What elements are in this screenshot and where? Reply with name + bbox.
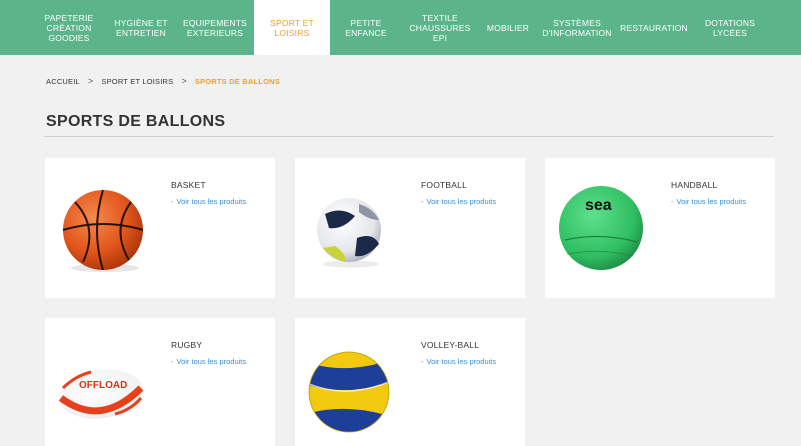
link-label: Voir tous les produits xyxy=(426,197,497,206)
football-icon xyxy=(317,198,381,268)
nav-item-restauration[interactable]: RESTAURATION xyxy=(616,0,692,55)
breadcrumb-separator: > xyxy=(87,76,94,86)
breadcrumb-separator: > xyxy=(181,76,187,86)
category-card-volleyball[interactable]: VOLLEY-BALL - Voir tous les produits xyxy=(295,318,525,446)
view-all-products-link[interactable]: - Voir tous les produits xyxy=(171,357,251,367)
volleyball-icon xyxy=(308,351,390,433)
breadcrumb-current: SPORTS DE BALLONS xyxy=(194,76,280,86)
ball-brand-text: sea xyxy=(585,197,612,214)
handball-icon: sea xyxy=(559,186,643,270)
link-label: Voir tous les produits xyxy=(176,357,247,366)
link-bullet: - xyxy=(421,357,424,366)
nav-item-equipements[interactable]: EQUIPEMENTS EXTERIEURS xyxy=(176,0,254,55)
breadcrumb-home-link[interactable]: ACCUEIL xyxy=(46,77,80,86)
category-card-handball[interactable]: sea HANDBALL - Voir tous les produits xyxy=(545,158,775,298)
nav-item-sport-loisirs[interactable]: SPORT ET LOISIRS xyxy=(254,0,330,55)
category-card-football[interactable]: FOOTBALL - Voir tous les produits xyxy=(295,158,525,298)
nav-item-hygiene[interactable]: HYGIÈNE ET ENTRETIEN xyxy=(106,0,176,55)
card-title: VOLLEY-BALL xyxy=(421,340,480,350)
nav-item-dotations[interactable]: DOTATIONS LYCÉES xyxy=(692,0,768,55)
card-title: BASKET xyxy=(171,180,206,190)
view-all-products-link[interactable]: - Voir tous les produits xyxy=(671,197,751,207)
view-all-products-link[interactable]: - Voir tous les produits xyxy=(421,197,501,207)
title-divider xyxy=(44,136,774,137)
breadcrumb-sport-loisirs-link[interactable]: SPORT ET LOISIRS xyxy=(101,77,173,86)
nav-item-systemes[interactable]: SYSTÈMES D'INFORMATION xyxy=(538,0,616,55)
link-label: Voir tous les produits xyxy=(676,197,747,206)
page-title: SPORTS DE BALLONS xyxy=(46,113,226,130)
link-bullet: - xyxy=(671,197,674,206)
breadcrumb: ACCUEIL > SPORT ET LOISIRS > SPORTS DE B… xyxy=(46,76,280,86)
nav-item-papeterie[interactable]: PAPETERIE CRÉATION GOODIES xyxy=(32,0,106,55)
link-bullet: - xyxy=(171,357,174,366)
card-title: RUGBY xyxy=(171,340,203,350)
card-title: HANDBALL xyxy=(671,180,718,190)
basketball-icon xyxy=(62,189,144,272)
nav-item-textile[interactable]: TEXTILE CHAUSSURES EPI xyxy=(402,0,478,55)
link-bullet: - xyxy=(171,197,174,206)
main-navigation: PAPETERIE CRÉATION GOODIES HYGIÈNE ET EN… xyxy=(0,0,801,55)
card-title: FOOTBALL xyxy=(421,180,468,190)
view-all-products-link[interactable]: - Voir tous les produits xyxy=(171,197,251,207)
category-card-basket[interactable]: BASKET - Voir tous les produits xyxy=(45,158,275,298)
nav-item-mobilier[interactable]: MOBILIER xyxy=(478,0,538,55)
ball-brand-text: OFFLOAD xyxy=(79,380,127,391)
nav-item-petite-enfance[interactable]: PETITE ENFANCE xyxy=(330,0,402,55)
category-card-rugby[interactable]: OFFLOAD RUGBY - Voir tous les produits xyxy=(45,318,275,446)
view-all-products-link[interactable]: - Voir tous les produits xyxy=(421,357,501,367)
link-bullet: - xyxy=(421,197,424,206)
link-label: Voir tous les produits xyxy=(426,357,497,366)
link-label: Voir tous les produits xyxy=(176,197,247,206)
rugby-ball-icon: OFFLOAD xyxy=(58,369,144,419)
